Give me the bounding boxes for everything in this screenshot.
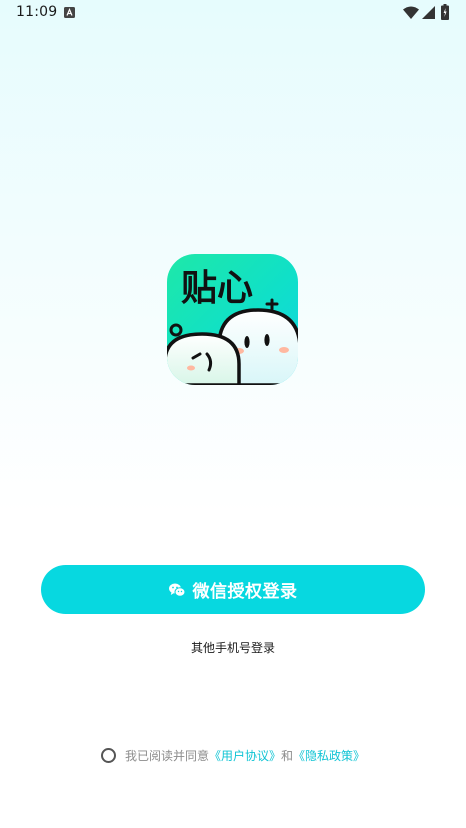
status-bar: 11:09 [0, 0, 466, 26]
wechat-login-button[interactable]: 微信授权登录 [41, 565, 425, 614]
agreement-prefix: 我已阅读并同意 [124, 748, 209, 763]
app-logo: 贴心 [167, 254, 298, 385]
status-time: 11:09 [16, 4, 58, 20]
privacy-policy-link[interactable]: 《隐私政策》 [293, 747, 365, 764]
logo-text: 贴心 [181, 268, 253, 309]
wifi-icon [403, 6, 419, 19]
wechat-login-label: 微信授权登录 [192, 582, 298, 602]
agreement-row: 我已阅读并同意 《用户协议》 和 《隐私政策》 [0, 745, 466, 765]
battery-icon [441, 4, 449, 20]
other-phone-login-link[interactable]: 其他手机号登录 [0, 639, 466, 656]
signal-icon [422, 6, 435, 19]
agree-checkbox[interactable] [100, 747, 116, 763]
wechat-icon [168, 583, 185, 597]
agreement-and: 和 [281, 748, 294, 763]
user-agreement-link[interactable]: 《用户协议》 [209, 747, 281, 764]
notification-a-icon [64, 7, 75, 18]
